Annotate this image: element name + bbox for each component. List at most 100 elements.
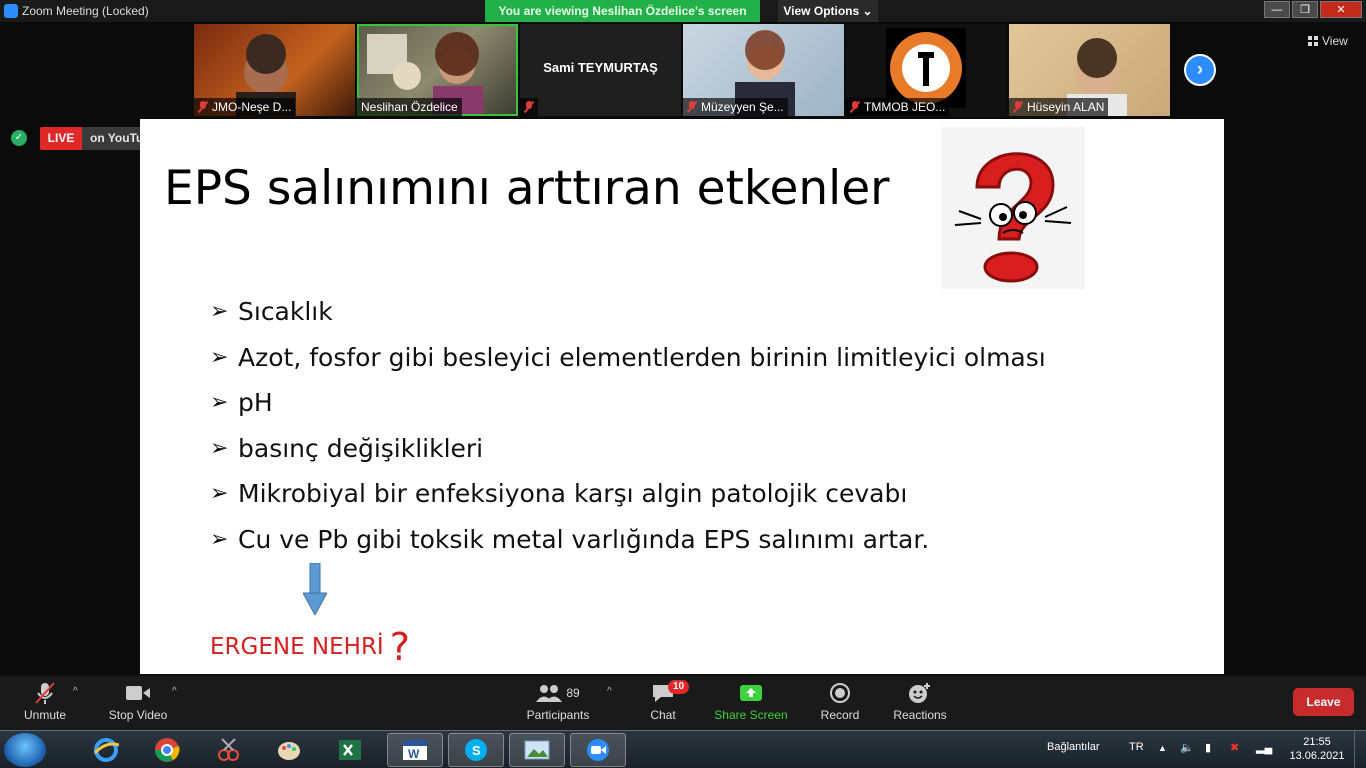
slide-bullet-list: ➢ Sıcaklık ➢ Azot, fosfor gibi besleyici e… — [210, 289, 1046, 562]
arrowhead-bullet-icon: ➢ — [210, 526, 229, 552]
view-label: View — [1322, 34, 1348, 48]
links-toolbar-label[interactable]: Bağlantılar — [1047, 741, 1100, 753]
participant-name: Neslihan Özdelice — [357, 98, 462, 116]
excel-icon[interactable] — [322, 733, 378, 767]
stop-video-button[interactable]: Stop Video — [93, 680, 183, 722]
record-label: Record — [820, 708, 860, 722]
arrowhead-bullet-icon: ➢ — [210, 390, 229, 416]
participant-tile[interactable]: TMMOB JEO... — [846, 24, 1007, 116]
word-icon[interactable]: W — [387, 733, 443, 767]
participant-tile[interactable]: Müzeyyen Şe... — [683, 24, 844, 116]
record-button[interactable]: Record — [795, 680, 885, 722]
shield-check-icon[interactable]: ✓ — [11, 130, 27, 146]
language-indicator[interactable]: TR — [1129, 741, 1144, 753]
participants-options-caret-icon[interactable]: ^ — [607, 686, 612, 697]
share-screen-button[interactable]: Share Screen — [706, 680, 796, 722]
reactions-button[interactable]: Reactions — [875, 680, 965, 722]
skype-icon[interactable]: S — [448, 733, 504, 767]
tray-expand-icon[interactable]: ▲ — [1158, 743, 1167, 753]
zoom-taskbar-icon[interactable] — [570, 733, 626, 767]
participant-tile[interactable]: Sami TEYMURTAŞ — [520, 24, 681, 116]
participants-icon — [536, 685, 563, 702]
share-screen-label: Share Screen — [714, 708, 788, 722]
video-camera-icon — [126, 686, 150, 700]
slide-bullet: ➢ basınç değişiklikleri — [210, 433, 484, 463]
participants-button[interactable]: 89 Participants — [513, 680, 603, 722]
mic-muted-icon — [198, 101, 208, 113]
mic-muted-icon — [1013, 101, 1023, 113]
participant-name: TMMOB JEO... — [846, 98, 950, 116]
internet-explorer-icon[interactable] — [78, 733, 134, 767]
minimize-button[interactable]: — — [1264, 1, 1290, 18]
question-mark-character-image — [941, 127, 1085, 289]
title-bar: Zoom Meeting (Locked) You are viewing Ne… — [0, 0, 1366, 22]
arrowhead-bullet-icon: ➢ — [210, 344, 229, 370]
participant-tile-active[interactable]: Neslihan Özdelice — [357, 24, 518, 116]
maximize-button[interactable]: ❐ — [1292, 1, 1318, 18]
grid-view-icon — [1308, 36, 1318, 46]
participant-strip: JMO-Neşe D... Neslihan Özdelice Sami TEY… — [194, 24, 1170, 116]
participant-name: JMO-Neşe D... — [194, 98, 296, 116]
start-button-icon[interactable] — [4, 733, 46, 767]
chat-unread-badge: 10 — [668, 680, 690, 694]
window-title: Zoom Meeting (Locked) — [22, 4, 149, 18]
view-options-label: View Options — [783, 4, 860, 18]
chevron-down-icon: ⌄ — [862, 4, 873, 18]
clock-time: 21:55 — [1303, 736, 1331, 748]
emoji-plus-icon — [909, 683, 930, 703]
reactions-label: Reactions — [893, 708, 947, 722]
participant-display-name: Sami TEYMURTAŞ — [543, 60, 658, 75]
share-screen-icon — [740, 685, 762, 701]
photo-viewer-icon[interactable] — [509, 733, 565, 767]
chrome-icon[interactable] — [139, 733, 195, 767]
view-options-button[interactable]: View Options ⌄ — [778, 0, 878, 22]
show-desktop-button[interactable] — [1354, 731, 1366, 768]
slide-bullet: ➢ pH — [210, 388, 273, 418]
participant-name — [520, 98, 538, 116]
clock-date: 13.06.2021 — [1289, 750, 1345, 762]
windows-taskbar: W S Bağlantılar TR ▲ 🔈 ▮ ✖ ▂▄ 21:55 13.0… — [0, 730, 1366, 768]
slide-bullet: ➢ Mikrobiyal bir enfeksiyona karşı algin … — [210, 479, 908, 509]
slide-bullet: ➢ Cu ve Pb gibi toksik metal varlığında E… — [210, 524, 930, 554]
arrowhead-bullet-icon: ➢ — [210, 299, 229, 325]
close-button[interactable]: ✕ — [1320, 1, 1362, 18]
arrowhead-bullet-icon: ➢ — [210, 435, 229, 461]
zoom-window: Zoom Meeting (Locked) You are viewing Ne… — [0, 0, 1366, 768]
participants-count: 89 — [566, 686, 580, 700]
arrowhead-bullet-icon: ➢ — [210, 481, 229, 507]
snipping-tool-icon[interactable] — [200, 733, 256, 767]
question-mark-text: ? — [389, 625, 410, 669]
viewing-screen-banner: You are viewing Neslihan Özdelice's scre… — [485, 0, 760, 22]
audio-options-caret-icon[interactable]: ^ — [73, 686, 78, 697]
svg-text:S: S — [472, 743, 481, 758]
shared-screen-slide: EPS salınımını arttıran etkenler ➢ Sıcakl… — [140, 119, 1224, 674]
participant-tile[interactable]: Hüseyin ALAN — [1009, 24, 1170, 116]
volume-icon[interactable]: 🔈 — [1180, 741, 1194, 754]
mic-muted-icon — [524, 101, 534, 113]
record-icon — [830, 683, 850, 703]
chat-label: Chat — [650, 708, 676, 722]
chat-button[interactable]: 10 Chat — [618, 680, 708, 722]
slide-bullet: ➢ Sıcaklık — [210, 297, 333, 327]
view-button[interactable]: View — [1308, 34, 1348, 48]
taskbar-clock[interactable]: 21:55 13.06.2021 — [1288, 735, 1346, 763]
meeting-toolbar: Unmute ^ Stop Video ^ 89 Participants ^ … — [0, 676, 1366, 730]
leave-button[interactable]: Leave — [1293, 688, 1354, 716]
battery-icon[interactable]: ▮ — [1205, 741, 1211, 754]
network-error-icon[interactable]: ✖ — [1230, 741, 1239, 754]
slide-title: EPS salınımını arttıran etkenler — [164, 161, 890, 216]
mic-muted-icon — [687, 101, 697, 113]
window-controls: — ❐ ✕ — [1264, 1, 1362, 19]
unmute-label: Unmute — [23, 708, 67, 722]
live-badge: LIVE — [40, 127, 82, 150]
microphone-muted-icon — [35, 682, 55, 704]
mic-muted-icon — [850, 101, 860, 113]
down-arrow-icon — [303, 563, 327, 615]
participant-name: Müzeyyen Şe... — [683, 98, 788, 116]
slide-bullet: ➢ Azot, fosfor gibi besleyici elementlerd… — [210, 342, 1046, 372]
video-options-caret-icon[interactable]: ^ — [172, 686, 177, 697]
signal-icon[interactable]: ▂▄ — [1256, 741, 1272, 754]
participant-tile[interactable]: JMO-Neşe D... — [194, 24, 355, 116]
paint-icon[interactable] — [261, 733, 317, 767]
next-page-arrow-icon[interactable]: › — [1184, 54, 1216, 86]
